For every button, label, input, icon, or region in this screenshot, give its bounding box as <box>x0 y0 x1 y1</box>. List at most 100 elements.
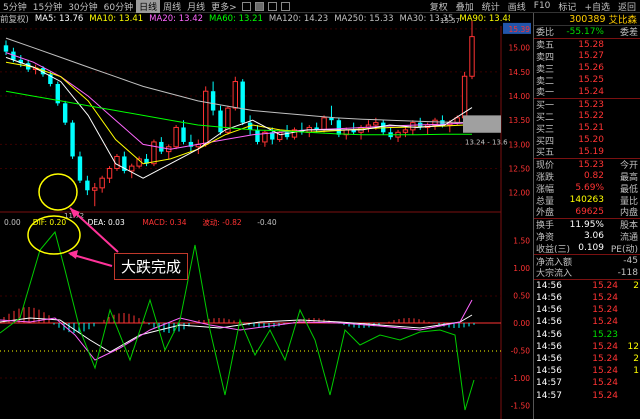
indicator-axis-label: 0.50 <box>513 292 530 301</box>
ask-row[interactable]: 卖一 15.24 <box>534 86 640 99</box>
ask-price: 15.26 <box>578 63 604 74</box>
ma60-label: MA60: 13.21 <box>209 14 263 24</box>
stock-code: 300389 <box>569 13 606 25</box>
overlay-button[interactable]: 叠加 <box>452 0 478 13</box>
ma-legend-item: 前复权) <box>0 15 29 25</box>
tick-time: 14:56 <box>536 293 562 304</box>
ask-row[interactable]: 卖二 15.25 <box>534 74 640 87</box>
tick-row: 14:57 15.24 <box>534 389 640 401</box>
stat-row: 换手 11.95% 股本 <box>534 219 640 232</box>
period-tabbar: 5分钟 15分钟 30分钟 60分钟 日线 周线 月线 更多> 复权 叠加 统计… <box>0 0 640 13</box>
bid-label: 买五 <box>536 148 555 159</box>
tick-row: 14:56 15.24 <box>534 292 640 304</box>
tick-row: 14:56 15.23 <box>534 328 640 340</box>
indicator-legend: 波动: -0.82 <box>202 217 242 227</box>
bid-row[interactable]: 买二 15.22 <box>534 111 640 123</box>
flow-label: 大宗流入 <box>536 269 573 280</box>
tick-price: 15.24 <box>592 390 618 401</box>
bid-row[interactable]: 买三 15.21 <box>534 122 640 135</box>
flow-value: -45 <box>623 256 638 267</box>
candle-body <box>181 127 186 142</box>
tab-monthly[interactable]: 月线 <box>184 0 208 13</box>
candle-body <box>173 126 179 148</box>
indicator-axis-label: 0.00 <box>513 319 530 328</box>
candle-body <box>77 156 83 181</box>
price-axis-label: 14.50 <box>509 68 531 77</box>
arrow-head <box>68 250 78 259</box>
candle-body <box>402 129 409 133</box>
ask-row[interactable]: 卖五 15.28 <box>534 39 640 52</box>
flow-value: -118 <box>617 267 638 278</box>
volatility-line <box>0 230 475 411</box>
bid-row[interactable]: 买四 15.20 <box>534 134 640 147</box>
ma5-label: MA5: 13.76 <box>34 14 84 24</box>
tab-daily[interactable]: 日线 <box>136 0 161 13</box>
tick-row: 14:57 15.24 <box>534 377 640 389</box>
tick-price: 15.24 <box>592 341 618 352</box>
tick-row: 14:56 15.24 <box>534 304 640 316</box>
mark-button[interactable]: 标记 <box>554 0 580 13</box>
ask-price: 15.24 <box>578 86 604 97</box>
ask-row[interactable]: 卖四 15.27 <box>534 51 640 63</box>
stats-button[interactable]: 统计 <box>478 0 504 13</box>
candle-body <box>129 165 135 172</box>
quote-right-label: 内盘 <box>619 208 638 219</box>
toggle-square-icon[interactable] <box>254 1 264 11</box>
stat-value: 3.06 <box>583 231 604 242</box>
tab-15min[interactable]: 15分钟 <box>30 0 65 13</box>
back-button[interactable]: 返回 <box>614 0 640 13</box>
tab-weekly[interactable]: 周线 <box>160 0 184 13</box>
price-axis-label: 14.00 <box>509 92 531 101</box>
indicator-axis-label: -1.00 <box>511 374 531 383</box>
tick-price: 15.23 <box>592 329 618 340</box>
tick-row: 14:56 15.24 12 <box>534 341 640 353</box>
bid-row[interactable]: 买五 15.19 <box>534 146 640 159</box>
tick-row: 14:56 15.24 1 <box>534 365 640 377</box>
toggle-square-icon[interactable] <box>241 1 251 11</box>
toggle-square-icon[interactable] <box>267 1 277 11</box>
tab-30min[interactable]: 30分钟 <box>65 0 100 13</box>
tick-time: 14:56 <box>536 317 562 328</box>
ask-row[interactable]: 卖三 15.26 <box>534 62 640 75</box>
price-axis-label: 13.00 <box>509 140 531 149</box>
candle-body <box>203 90 209 145</box>
indicator-legend: DEA: 0.03 <box>88 218 125 227</box>
tab-more[interactable]: 更多> <box>208 0 240 13</box>
candle-body <box>336 120 342 135</box>
tab-60min[interactable]: 60分钟 <box>101 0 136 13</box>
tick-volume: 12 <box>627 341 639 352</box>
candle-body <box>99 177 105 189</box>
stat-right-label: PE(动) <box>610 244 638 255</box>
candle-body <box>469 36 475 77</box>
candle-body <box>232 81 239 109</box>
tick-time: 14:56 <box>536 353 562 364</box>
toggle-square-icon[interactable] <box>280 1 290 11</box>
fuquan-button[interactable]: 复权 <box>426 0 452 13</box>
candle-body <box>92 187 98 191</box>
tick-list[interactable]: 14:56 15.24 2 14:56 15.24 14:56 15.24 14:56 15.2… <box>534 280 640 402</box>
tick-time: 14:57 <box>536 378 562 389</box>
tick-time: 14:56 <box>536 366 562 377</box>
stat-row: 收益(三) 0.109 PE(动) <box>534 242 640 255</box>
bid-price: 15.20 <box>578 135 604 146</box>
candle-body <box>240 81 245 123</box>
ma-line <box>5 56 473 179</box>
ma-line <box>5 90 472 136</box>
draw-line-button[interactable]: 画线 <box>504 0 530 13</box>
kline-chart[interactable]: 15.39 15.00 14.50 14.00 13.50 13.00 12.50 12.00… <box>0 0 533 419</box>
quote-value: 5.69% <box>575 183 604 194</box>
indicator-axis-label: 1.50 <box>513 237 530 246</box>
add-watchlist-button[interactable]: +自选 <box>580 0 614 13</box>
tick-time: 14:56 <box>536 329 562 340</box>
f10-button[interactable]: F10 <box>530 1 555 11</box>
ma10-label: MA10: 13.41 <box>89 14 144 24</box>
stat-value: 0.109 <box>578 243 604 254</box>
price-range-box <box>463 115 501 133</box>
bid-row[interactable]: 买一 15.23 <box>534 99 640 112</box>
tick-price: 15.24 <box>592 317 618 328</box>
candle-body <box>106 168 113 179</box>
tab-5min[interactable]: 5分钟 <box>0 0 30 13</box>
tick-time: 14:56 <box>536 305 562 316</box>
bid-price: 15.19 <box>578 146 604 157</box>
quote-panel: 300389 艾比森 委比 -55.17% 委差 卖五 15.28 卖四 15.27… <box>533 13 640 419</box>
